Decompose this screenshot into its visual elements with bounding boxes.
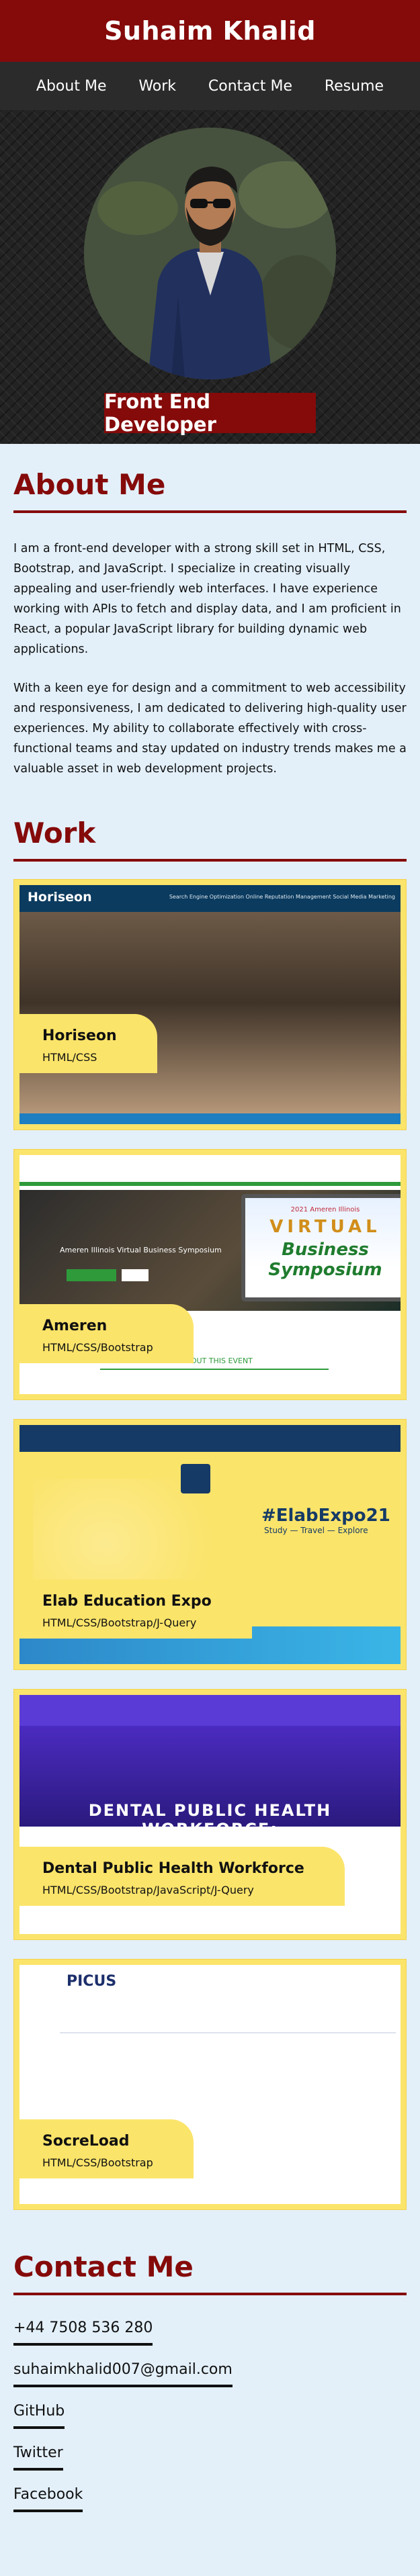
contact-section: Contact Me +44 7508 536 280 suhaimkhalid… [0,2210,420,2548]
project-tech: HTML/CSS/Bootstrap/JavaScript/J-Query [42,1884,254,1896]
project-name: Elab Education Expo [42,1593,212,1610]
work-section: Work Horiseon Search Engine Optimization… [0,779,420,2210]
phone-link[interactable]: +44 7508 536 280 [13,2319,153,2346]
project-name: SocreLoad [42,2133,130,2150]
twitter-link[interactable]: Twitter [13,2444,63,2471]
facebook-link[interactable]: Facebook [13,2486,83,2512]
contact-list: +44 7508 536 280 suhaimkhalid007@gmail.c… [13,2295,407,2548]
project-card-dental[interactable]: DENTAL PUBLIC HEALTH WORKFORCE: Dental P… [13,1689,407,1940]
shot-divider [60,2032,396,2033]
about-divider [13,510,407,513]
nav-resume-link[interactable]: Resume [318,74,390,99]
shot-header [19,1155,401,1186]
work-heading: Work [13,817,96,849]
project-tech: HTML/CSS/Bootstrap [42,1341,153,1354]
profile-photo-figure [84,128,336,379]
project-label: Horiseon HTML/CSS [19,1014,157,1073]
shot-divider [100,1369,329,1370]
shot-subtagline: Study — Travel — Explore [264,1526,368,1535]
project-tech: HTML/CSS/Bootstrap/J-Query [42,1616,197,1629]
project-tech: HTML/CSS/Bootstrap [42,2156,153,2169]
project-label: Elab Education Expo HTML/CSS/Bootstrap/J… [19,1579,252,1639]
email-link[interactable]: suhaimkhalid007@gmail.com [13,2361,233,2387]
shot-header [19,1695,401,1726]
project-name: Horiseon [42,1027,117,1044]
site-title: Suhaim Khalid [104,16,316,46]
main-nav: About Me Work Contact Me Resume [0,62,420,110]
shot-brand: PICUS [67,1973,117,1990]
shot-header [19,1425,401,1452]
nav-work-link[interactable]: Work [132,74,183,99]
github-link[interactable]: GitHub [13,2403,65,2429]
project-name: Dental Public Health Workforce [42,1860,304,1877]
project-name: Ameren [42,1318,108,1334]
role-badge: Front End Developer [104,390,316,436]
shot-register-button [67,1269,116,1281]
shot-brand: Horiseon [28,890,92,905]
shot-caption: DENTAL PUBLIC HEALTH WORKFORCE: [88,1801,332,1839]
shot-laptop-line: VIRTUAL [269,1217,381,1237]
about-section: About Me I am a front-end developer with… [0,444,420,779]
nav-about-link[interactable]: About Me [30,74,114,99]
about-text: I am a front-end developer with a strong… [13,539,407,779]
shot-laptop: 2021 Ameren Illinois VIRTUAL Business Sy… [241,1194,401,1301]
about-paragraph: With a keen eye for design and a commitm… [13,682,407,776]
contact-heading: Contact Me [13,2250,194,2283]
shot-logo [181,1464,210,1493]
profile-photo [84,128,336,379]
project-card-elab[interactable]: #ElabExpo21 Study — Travel — Explore Ela… [13,1419,407,1670]
project-card-ameren[interactable]: Ameren Illinois Virtual Business Symposi… [13,1149,407,1400]
shot-footer [19,1113,401,1124]
hero-section: Front End Developer [0,110,420,444]
project-label: Ameren HTML/CSS/Bootstrap [19,1304,194,1363]
project-label: Dental Public Health Workforce HTML/CSS/… [19,1847,345,1906]
project-card-socreload[interactable]: PICUS SocreLoad HTML/CSS/Bootstrap [13,1959,407,2210]
nav-contact-link[interactable]: Contact Me [202,74,299,99]
shot-photo [19,912,401,1113]
project-tech: HTML/CSS [42,1051,97,1064]
project-label: SocreLoad HTML/CSS/Bootstrap [19,2119,194,2178]
shot-tagline: #ElabExpo21 [261,1506,390,1526]
about-heading: About Me [13,468,166,501]
about-paragraph: I am a front-end developer with a strong… [13,542,401,656]
project-screenshot: Horiseon Search Engine Optimization Onli… [19,885,401,1124]
site-header: Suhaim Khalid [0,0,420,62]
work-divider [13,859,407,862]
shot-laptop-line: Business Symposium [268,1240,382,1280]
project-card-horiseon[interactable]: Horiseon Search Engine Optimization Onli… [13,879,407,1130]
shot-nav: Search Engine Optimization Online Reputa… [169,894,395,900]
shot-laptop-line: 2021 Ameren Illinois [290,1206,360,1213]
shot-login-button [122,1269,149,1281]
shot-event-title: Ameren Illinois Virtual Business Symposi… [60,1246,222,1254]
